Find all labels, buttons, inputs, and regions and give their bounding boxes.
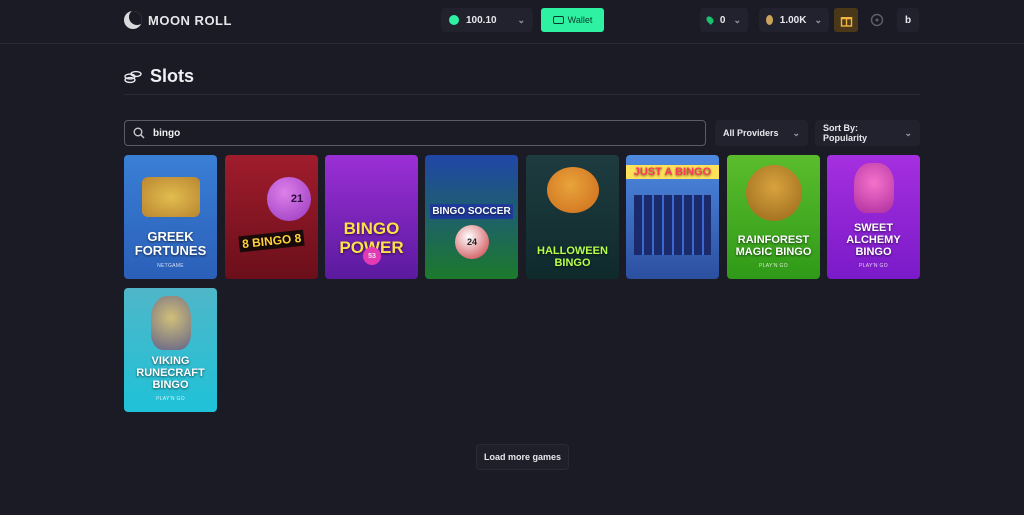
dollar-coin-icon — [449, 15, 459, 25]
game-title-art: BINGO SOCCER — [430, 204, 513, 219]
coin-stack-icon — [124, 70, 142, 83]
ball-number: 24 — [455, 225, 489, 259]
rewards-button[interactable] — [834, 8, 858, 32]
game-card-viking-runecraft-bingo[interactable]: Viking Runecraft Bingo PLAY'N GO — [124, 288, 217, 412]
moon-logo-icon — [124, 11, 142, 29]
game-title-art: JUST A BINGO — [626, 165, 719, 179]
coins-selector[interactable]: 1.00K ⌄ — [759, 8, 829, 32]
sort-dropdown[interactable]: Sort By: Popularity ⌄ — [815, 120, 920, 146]
ball-number: 21 — [290, 193, 304, 205]
game-provider: PLAY'N GO — [156, 396, 185, 402]
game-card-greek-fortunes[interactable]: Greek Fortunes NETGAME — [124, 155, 217, 279]
coins-value: 1.00K — [779, 14, 807, 26]
chevron-down-icon: ⌄ — [904, 127, 912, 138]
game-card-bingo-power[interactable]: BINGO POWER 53 — [325, 155, 418, 279]
bingo-board — [634, 195, 711, 255]
wallet-icon — [552, 16, 564, 24]
sort-label: Sort By: Popularity — [823, 123, 868, 143]
chevron-down-icon: ⌄ — [792, 127, 800, 138]
ball-number: 53 — [363, 247, 381, 265]
page-title: Slots — [150, 66, 195, 86]
game-title: Rainforest Magic Bingo — [735, 234, 812, 258]
game-title: Viking Runecraft Bingo — [136, 355, 205, 391]
chat-icon — [870, 13, 884, 27]
top-bar: MOON ROLL 100.10 ⌄ Wallet 0 ⌄ 1.00K ⌄ b — [0, 0, 1024, 44]
game-title: Greek Fortunes — [134, 229, 207, 258]
viking-artwork — [150, 296, 191, 350]
game-provider: NETGAME — [157, 263, 184, 269]
jaguar-artwork — [745, 165, 802, 221]
game-title: Sweet Alchemy Bingo — [846, 222, 901, 258]
gems-selector[interactable]: 0 ⌄ — [700, 8, 748, 32]
wallet-label: Wallet — [567, 15, 593, 25]
balance-value: 100.10 — [466, 14, 497, 26]
pumpkin-artwork — [546, 167, 599, 213]
game-card-rainforest-magic-bingo[interactable]: Rainforest Magic Bingo PLAY'N GO — [727, 155, 820, 279]
load-more-button[interactable]: Load more games — [476, 444, 569, 470]
game-provider: PLAY'N GO — [859, 263, 888, 269]
providers-dropdown[interactable]: All Providers ⌄ — [715, 120, 808, 146]
divider — [124, 94, 920, 95]
witch-artwork — [853, 163, 894, 213]
game-card-sweet-alchemy-bingo[interactable]: Sweet Alchemy Bingo PLAY'N GO — [827, 155, 920, 279]
gold-coin-icon — [766, 15, 773, 25]
search-box[interactable] — [124, 120, 706, 146]
chat-button[interactable] — [867, 10, 887, 30]
gift-icon — [840, 16, 852, 27]
game-card-just-a-bingo[interactable]: JUST A BINGO — [626, 155, 719, 279]
chevron-down-icon: ⌄ — [517, 14, 525, 25]
game-card-8-bingo-8[interactable]: 21 8 BINGO 8 — [225, 155, 318, 279]
chevron-down-icon: ⌄ — [814, 14, 822, 25]
game-provider: PLAY'N GO — [759, 263, 788, 269]
providers-label: All Providers — [723, 128, 779, 138]
game-card-halloween-bingo[interactable]: HALLOWEEN BINGO — [526, 155, 619, 279]
game-title-art: 8 BINGO 8 — [238, 229, 305, 253]
chevron-down-icon: ⌄ — [733, 14, 741, 25]
wallet-button[interactable]: Wallet — [541, 8, 604, 32]
game-artwork — [141, 177, 200, 217]
game-title-art: HALLOWEEN BINGO — [537, 245, 608, 269]
gem-icon — [705, 15, 715, 25]
gems-value: 0 — [719, 14, 726, 26]
user-avatar[interactable]: b — [897, 8, 919, 32]
game-card-bingo-soccer[interactable]: BINGO SOCCER 24 — [425, 155, 518, 279]
logo-text: MOON ROLL — [148, 12, 232, 28]
search-input[interactable] — [151, 126, 655, 140]
search-icon — [133, 127, 145, 139]
page-header: Slots — [124, 66, 194, 87]
logo[interactable]: MOON ROLL — [124, 11, 232, 29]
balance-selector[interactable]: 100.10 ⌄ — [441, 8, 533, 32]
